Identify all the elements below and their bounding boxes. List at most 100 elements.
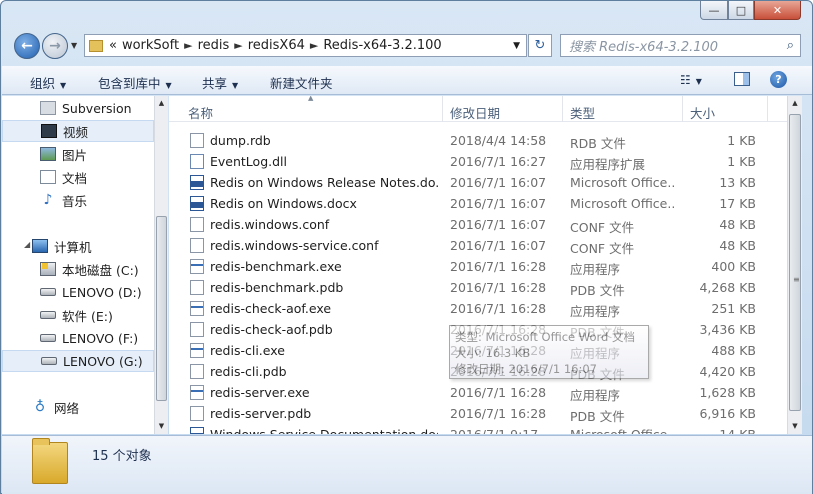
- scrollbar-grip-icon: ≡: [793, 275, 800, 284]
- file-row[interactable]: redis-server.exe 2016/7/1 16:28 应用程序 1,628 …: [169, 382, 787, 403]
- refresh-button[interactable]: ↻: [528, 34, 552, 57]
- column-size-header[interactable]: 大小: [690, 103, 715, 122]
- breadcrumb-redisx64[interactable]: redisX64: [248, 38, 305, 53]
- maximize-button[interactable]: □: [728, 1, 754, 20]
- column-divider[interactable]: [682, 96, 683, 122]
- pictures-library-icon: [40, 147, 56, 161]
- sidebar-item-drive-g[interactable]: LENOVO (G:): [2, 350, 154, 372]
- sidebar-item-label: 图片: [62, 147, 88, 163]
- network-icon: ♁: [34, 399, 46, 415]
- file-row[interactable]: redis-check-aof.exe 2016/7/1 16:28 应用程序 251…: [169, 298, 787, 319]
- subversion-icon: [40, 101, 56, 115]
- file-icon: [190, 322, 204, 337]
- file-size: 1,628 KB: [699, 385, 756, 400]
- address-dropdown-icon[interactable]: ▼: [513, 41, 520, 51]
- scroll-up-icon[interactable]: ▲: [788, 96, 802, 111]
- sidebar-item-drive-e[interactable]: 软件 (E:): [2, 304, 154, 326]
- file-row[interactable]: dump.rdb 2018/4/4 14:58 RDB 文件 1 KB: [169, 130, 787, 151]
- include-in-library-button[interactable]: 包含到库中 ▼: [98, 73, 172, 92]
- column-date-header[interactable]: 修改日期: [450, 103, 500, 122]
- sidebar-item-drive-f[interactable]: LENOVO (F:): [2, 327, 154, 349]
- breadcrumb-worksoft[interactable]: workSoft: [122, 38, 179, 53]
- file-type: 应用程序: [570, 388, 621, 403]
- file-name: redis-cli.exe: [210, 343, 285, 358]
- column-name-header[interactable]: 名称: [188, 103, 213, 122]
- file-type: 应用程序: [570, 304, 621, 319]
- file-date: 2016/7/1 16:28: [450, 259, 547, 274]
- search-icon[interactable]: ⌕: [787, 38, 794, 53]
- preview-pane-button[interactable]: [734, 72, 750, 86]
- file-size: 48 KB: [719, 238, 756, 253]
- change-view-button[interactable]: ☷ ▼: [680, 73, 702, 87]
- file-row[interactable]: EventLog.dll 2016/7/1 16:27 应用程序扩展 1 KB: [169, 151, 787, 172]
- sort-ascending-icon: ▲: [308, 96, 314, 102]
- file-row[interactable]: Windows Service Documentation.docx 2016/7…: [169, 424, 787, 434]
- file-date: 2016/7/1 16:28: [450, 385, 547, 400]
- drive-icon: [40, 334, 56, 342]
- sidebar-item-music[interactable]: ♪ 音乐: [2, 189, 154, 211]
- file-date: 2018/4/4 14:58: [450, 133, 547, 148]
- sidebar-item-drive-d[interactable]: LENOVO (D:): [2, 281, 154, 303]
- close-button[interactable]: ✕: [754, 1, 801, 20]
- sidebar-item-network[interactable]: ♁ 网络: [2, 396, 154, 418]
- scrollbar-thumb[interactable]: ≡: [789, 114, 801, 411]
- item-count: 15 个对象: [92, 449, 152, 464]
- file-date: 2016/7/1 16:28: [450, 280, 547, 295]
- organize-button[interactable]: 组织 ▼: [30, 73, 66, 92]
- forward-button[interactable]: →: [42, 33, 68, 59]
- back-button[interactable]: ←: [14, 33, 40, 59]
- scroll-down-icon[interactable]: ▼: [155, 419, 168, 434]
- breadcrumb-current-folder[interactable]: Redis-x64-3.2.100: [323, 38, 441, 53]
- file-date: 2016/7/1 16:28: [450, 301, 547, 316]
- file-name: Windows Service Documentation.docx: [210, 427, 438, 434]
- sidebar-item-videos[interactable]: 视频: [2, 120, 154, 142]
- tooltip-size: 大小: 16.3 KB: [455, 346, 531, 360]
- help-button[interactable]: ?: [770, 71, 787, 88]
- file-date: 2016/7/1 16:28: [450, 406, 547, 421]
- column-type-header[interactable]: 类型: [570, 103, 595, 122]
- search-input[interactable]: 搜索 Redis-x64-3.2.100 ⌕: [560, 34, 801, 57]
- navigation-scrollbar[interactable]: ▲ ▼: [154, 96, 168, 434]
- file-tooltip: 类型: Microsoft Office Word 文档 大小: 16.3 KB…: [449, 325, 649, 379]
- sidebar-item-drive-c[interactable]: 本地磁盘 (C:): [2, 258, 154, 280]
- breadcrumb-separator-icon[interactable]: ►: [234, 39, 242, 52]
- file-type: PDB 文件: [570, 283, 625, 298]
- share-button[interactable]: 共享 ▼: [202, 73, 238, 92]
- exe-file-icon: [190, 301, 204, 316]
- file-name: redis.windows-service.conf: [210, 238, 379, 253]
- column-divider[interactable]: [562, 96, 563, 122]
- breadcrumb-overflow[interactable]: «: [109, 38, 117, 53]
- music-library-icon: ♪: [43, 192, 53, 208]
- scrollbar-thumb[interactable]: [156, 216, 167, 401]
- file-row[interactable]: Redis on Windows Release Notes.do... 2016…: [169, 172, 787, 193]
- sidebar-item-pictures[interactable]: 图片: [2, 143, 154, 165]
- file-row[interactable]: redis.windows.conf 2016/7/1 16:07 CONF 文件 4…: [169, 214, 787, 235]
- sidebar-item-computer[interactable]: 计算机: [2, 235, 154, 257]
- column-divider[interactable]: [442, 96, 443, 122]
- scroll-up-icon[interactable]: ▲: [155, 96, 168, 111]
- breadcrumb-separator-icon[interactable]: ►: [310, 39, 318, 52]
- breadcrumb-redis[interactable]: redis: [198, 38, 230, 53]
- column-divider[interactable]: [767, 96, 768, 122]
- address-bar[interactable]: « workSoft ► redis ► redisX64 ► Redis-x6…: [84, 34, 527, 57]
- sidebar-item-subversion[interactable]: Subversion: [2, 97, 154, 119]
- file-row[interactable]: redis-benchmark.pdb 2016/7/1 16:28 PDB 文件 4…: [169, 277, 787, 298]
- file-row[interactable]: redis-benchmark.exe 2016/7/1 16:28 应用程序 400…: [169, 256, 787, 277]
- scroll-down-icon[interactable]: ▼: [788, 419, 802, 434]
- chevron-down-icon: ▼: [695, 77, 702, 86]
- include-in-library-label: 包含到库中: [98, 76, 161, 91]
- sidebar-item-documents[interactable]: 文档: [2, 166, 154, 188]
- breadcrumb-separator-icon[interactable]: ►: [184, 39, 192, 52]
- word-document-icon: [190, 427, 204, 434]
- file-row[interactable]: redis-server.pdb 2016/7/1 16:28 PDB 文件 6,91…: [169, 403, 787, 424]
- minimize-button[interactable]: —: [700, 1, 728, 20]
- documents-library-icon: [40, 170, 56, 184]
- file-date: 2016/7/1 9:17: [450, 427, 560, 434]
- file-size: 17 KB: [719, 196, 756, 211]
- file-list-scrollbar[interactable]: ▲ ≡ ▼: [787, 96, 802, 434]
- recent-pages-dropdown[interactable]: ▼: [71, 41, 77, 50]
- file-row[interactable]: Redis on Windows.docx 2016/7/1 16:07 Micro…: [169, 193, 787, 214]
- file-size: 251 KB: [711, 301, 756, 316]
- file-row[interactable]: redis.windows-service.conf 2016/7/1 16:07…: [169, 235, 787, 256]
- new-folder-button[interactable]: 新建文件夹: [270, 73, 333, 92]
